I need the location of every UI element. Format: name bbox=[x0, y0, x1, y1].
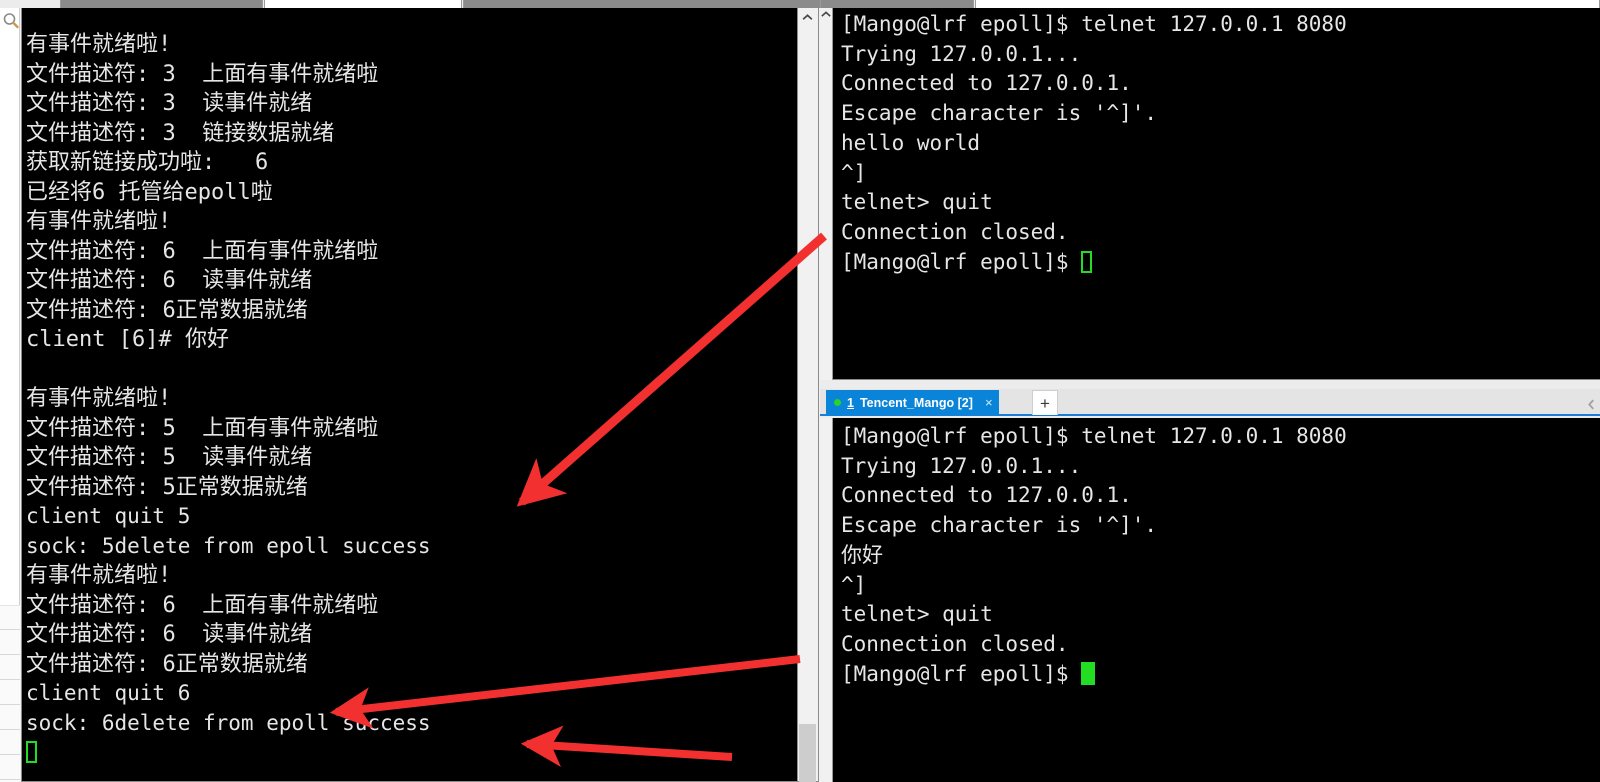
terminal-line: Connection closed. bbox=[841, 219, 1069, 244]
terminal-line: [Mango@lrf epoll]$ telnet 127.0.0.1 8080 bbox=[841, 424, 1347, 448]
left-terminal-scrollbar[interactable] bbox=[798, 8, 819, 782]
terminal-line: 已经将6 托管给epoll啦 bbox=[26, 179, 273, 205]
terminal-line: Escape character is '^]'. bbox=[841, 101, 1158, 126]
terminal-line: 文件描述符: 6正常数据就绪 bbox=[26, 297, 308, 323]
list-item[interactable] bbox=[0, 655, 20, 680]
session-tab-number: 1 bbox=[847, 395, 854, 410]
text-cursor bbox=[1081, 250, 1093, 273]
left-terminal-content: 有事件就绪啦! 文件描述符: 3 上面有事件就绪啦 文件描述符: 3 读事件就绪… bbox=[22, 8, 797, 781]
terminal-line: 文件描述符: 6 读事件就绪 bbox=[26, 268, 313, 293]
terminal-cursor-line bbox=[26, 738, 797, 768]
add-tab-button[interactable]: + bbox=[1032, 390, 1058, 415]
terminal-line: Trying 127.0.0.1... bbox=[841, 453, 1082, 478]
right-tab-strip[interactable] bbox=[820, 0, 1600, 8]
terminal-line: 文件描述符: 6 上面有事件就绪啦 bbox=[26, 592, 379, 618]
right-terminal-bottom[interactable]: [Mango@lrf epoll]$ telnet 127.0.0.1 8080… bbox=[822, 418, 1600, 782]
status-dot-icon bbox=[834, 399, 841, 406]
terminal-line: client quit 6 bbox=[26, 681, 191, 705]
terminal-line: Connection closed. bbox=[841, 631, 1069, 656]
terminal-line: ^] bbox=[841, 572, 867, 597]
terminal-line: sock: 5delete from epoll success bbox=[26, 533, 431, 558]
terminal-line: [Mango@lrf epoll]$ telnet 127.0.0.1 8080 bbox=[841, 12, 1347, 36]
shell-prompt: [Mango@lrf epoll]$ bbox=[841, 661, 1082, 686]
terminal-line: 获取新链接成功啦: 6 bbox=[26, 150, 269, 175]
terminal-line: Connected to 127.0.0.1. bbox=[841, 483, 1132, 508]
session-tab-tencent-mango[interactable]: 1 Tencent_Mango [2] × bbox=[826, 390, 999, 415]
terminal-line: Connected to 127.0.0.1. bbox=[841, 71, 1132, 96]
terminal-line: 你好 bbox=[841, 542, 883, 567]
terminal-line: 有事件就绪啦! bbox=[26, 209, 172, 234]
terminal-line: client quit 5 bbox=[26, 504, 191, 528]
list-item[interactable] bbox=[0, 730, 20, 755]
left-terminal[interactable]: 有事件就绪啦! 文件描述符: 3 上面有事件就绪啦 文件描述符: 3 读事件就绪… bbox=[21, 8, 798, 782]
list-item[interactable] bbox=[0, 755, 20, 780]
right-terminal-top-content: [Mango@lrf epoll]$ telnet 127.0.0.1 8080… bbox=[837, 8, 1600, 379]
terminal-line: 文件描述符: 5正常数据就绪 bbox=[26, 474, 308, 500]
left-tab-1[interactable] bbox=[60, 0, 263, 8]
terminal-line: sock: 6delete from epoll success bbox=[26, 710, 431, 735]
terminal-line: telnet> quit bbox=[841, 190, 993, 215]
terminal-line: 文件描述符: 3 链接数据就绪 bbox=[26, 120, 335, 146]
shell-prompt: [Mango@lrf epoll]$ bbox=[841, 249, 1082, 274]
chevron-up-icon[interactable] bbox=[798, 8, 817, 26]
right-tab-1[interactable] bbox=[820, 0, 974, 8]
right-bottom-scroll-rail[interactable] bbox=[820, 418, 833, 782]
session-tab-label: Tencent_Mango [2] bbox=[859, 395, 973, 410]
terminal-line: hello world bbox=[841, 130, 981, 155]
terminal-line: 有事件就绪啦! bbox=[26, 386, 172, 411]
right-pane: [Mango@lrf epoll]$ telnet 127.0.0.1 8080… bbox=[820, 0, 1600, 782]
app-window: 有事件就绪啦! 文件描述符: 3 上面有事件就绪啦 文件描述符: 3 读事件就绪… bbox=[0, 0, 1600, 782]
terminal-prompt-line: [Mango@lrf epoll]$ bbox=[841, 660, 1600, 690]
left-tab-3[interactable] bbox=[463, 0, 820, 8]
list-item[interactable] bbox=[0, 705, 20, 730]
terminal-line: Escape character is '^]'. bbox=[841, 513, 1158, 538]
rail-list[interactable] bbox=[0, 605, 20, 782]
left-tab-strip[interactable] bbox=[0, 0, 820, 8]
left-pane: 有事件就绪啦! 文件描述符: 3 上面有事件就绪啦 文件描述符: 3 读事件就绪… bbox=[0, 0, 820, 782]
text-cursor bbox=[26, 741, 37, 763]
close-icon[interactable]: × bbox=[985, 395, 993, 410]
terminal-line: 文件描述符: 3 读事件就绪 bbox=[26, 91, 313, 116]
terminal-line: ^] bbox=[841, 160, 867, 185]
scrollbar-thumb[interactable] bbox=[799, 724, 816, 782]
session-tab-bar[interactable]: 1 Tencent_Mango [2] × + bbox=[820, 389, 1600, 416]
left-tool-rail bbox=[0, 8, 20, 782]
right-terminal-bottom-content: [Mango@lrf epoll]$ telnet 127.0.0.1 8080… bbox=[837, 418, 1600, 782]
text-cursor bbox=[1081, 661, 1096, 685]
terminal-prompt-line: [Mango@lrf epoll]$ bbox=[841, 248, 1600, 278]
terminal-line: 文件描述符: 6 读事件就绪 bbox=[26, 622, 313, 647]
chevron-left-icon[interactable] bbox=[1584, 397, 1598, 411]
terminal-line: 文件描述符: 5 读事件就绪 bbox=[26, 445, 313, 470]
terminal-line: 文件描述符: 5 上面有事件就绪啦 bbox=[26, 415, 379, 441]
terminal-line: 有事件就绪啦! bbox=[26, 563, 172, 588]
terminal-line: 文件描述符: 6 上面有事件就绪啦 bbox=[26, 238, 379, 264]
terminal-line: 有事件就绪啦! bbox=[26, 32, 172, 57]
list-item[interactable] bbox=[0, 605, 20, 630]
chevron-up-icon bbox=[821, 11, 831, 17]
list-item[interactable] bbox=[0, 630, 20, 655]
right-top-scroll-rail[interactable] bbox=[820, 8, 833, 380]
right-tab-2[interactable] bbox=[975, 0, 1600, 8]
terminal-line: Trying 127.0.0.1... bbox=[841, 41, 1082, 66]
terminal-line: 文件描述符: 3 上面有事件就绪啦 bbox=[26, 61, 379, 87]
search-icon[interactable] bbox=[2, 12, 20, 30]
list-item[interactable] bbox=[0, 680, 20, 705]
terminal-line: telnet> quit bbox=[841, 602, 993, 627]
left-tab-2[interactable] bbox=[264, 0, 462, 8]
right-terminal-top[interactable]: [Mango@lrf epoll]$ telnet 127.0.0.1 8080… bbox=[822, 8, 1600, 380]
terminal-line: 文件描述符: 6正常数据就绪 bbox=[26, 651, 308, 677]
terminal-line: client [6]# 你好 bbox=[26, 327, 229, 352]
